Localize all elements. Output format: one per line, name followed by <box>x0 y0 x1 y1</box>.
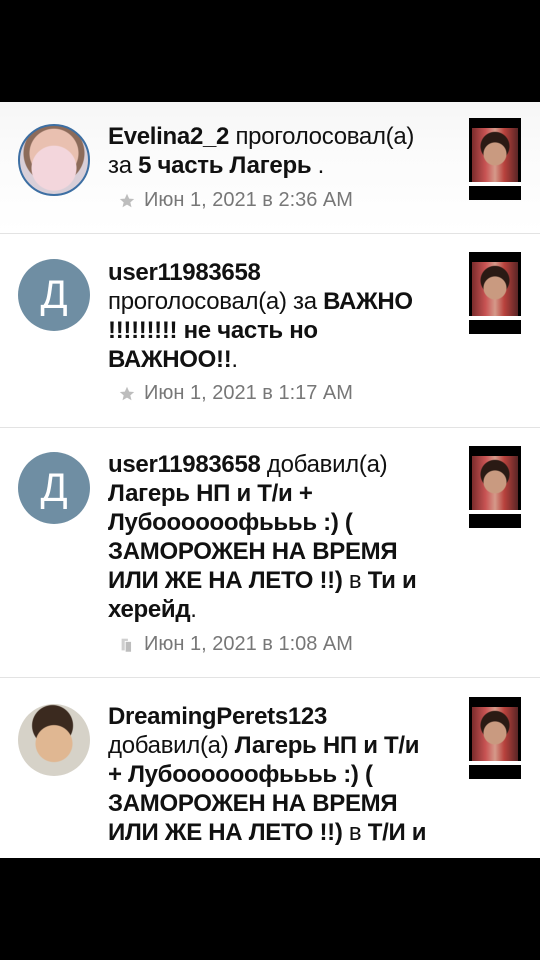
story-link[interactable]: 5 часть Лагерь <box>138 152 311 179</box>
user-link[interactable]: user11983658 <box>108 259 261 286</box>
cover-bottom-bar <box>469 510 521 528</box>
user-avatar[interactable]: Д <box>18 259 90 331</box>
feed-item-text: user11983658 добавил(а) Лагерь НП и Т/и … <box>108 450 438 624</box>
user-link[interactable]: Evelina2_2 <box>108 123 229 150</box>
punctuation: . <box>231 346 238 373</box>
punctuation: . <box>311 152 325 179</box>
activity-feed[interactable]: Evelina2_2 проголосовал(а) за 5 часть Ла… <box>0 102 540 858</box>
top-black-bar <box>0 0 540 102</box>
feed-item[interactable]: Д user11983658 добавил(а) Лагерь НП и Т/… <box>0 428 540 678</box>
feed-item[interactable]: Д user11983658 проголосовал(а) за ВАЖНО … <box>0 234 540 428</box>
connector-text: в <box>342 819 368 846</box>
user-link[interactable]: user11983658 <box>108 451 261 478</box>
feed-item-text: Evelina2_2 проголосовал(а) за 5 часть Ла… <box>108 122 438 180</box>
cover-image <box>472 262 518 316</box>
feed-item[interactable]: Evelina2_2 проголосовал(а) за 5 часть Ла… <box>0 102 540 234</box>
cover-bottom-bar <box>469 761 521 779</box>
reading-list-link[interactable]: Т/И и <box>368 819 427 846</box>
action-text: добавил(а) <box>108 732 235 759</box>
story-cover-thumbnail[interactable] <box>469 446 521 528</box>
feed-item[interactable]: DreamingPerets123 добавил(а) Лагерь НП и… <box>0 678 540 858</box>
cover-image <box>472 707 518 761</box>
cover-image <box>472 128 518 182</box>
story-cover-thumbnail[interactable] <box>469 697 521 779</box>
feed-item-text: DreamingPerets123 добавил(а) Лагерь НП и… <box>108 702 438 847</box>
star-icon <box>119 386 135 400</box>
connector-text: в <box>342 567 368 594</box>
feed-item-meta: Июн 1, 2021 в 2:36 AM <box>118 189 353 212</box>
timestamp: Июн 1, 2021 в 2:36 AM <box>144 189 353 211</box>
user-link[interactable]: DreamingPerets123 <box>108 703 327 730</box>
timestamp: Июн 1, 2021 в 1:08 AM <box>144 633 353 655</box>
user-avatar[interactable] <box>18 704 90 776</box>
phone-screen: Evelina2_2 проголосовал(а) за 5 часть Ла… <box>0 0 540 960</box>
user-avatar[interactable] <box>18 124 90 196</box>
feed-item-meta: Июн 1, 2021 в 1:17 AM <box>118 382 353 405</box>
punctuation: . <box>190 596 197 623</box>
timestamp: Июн 1, 2021 в 1:17 AM <box>144 382 353 404</box>
story-cover-thumbnail[interactable] <box>469 118 521 200</box>
feed-item-text: user11983658 проголосовал(а) за ВАЖНО !!… <box>108 258 438 374</box>
story-cover-thumbnail[interactable] <box>469 252 521 334</box>
cover-bottom-bar <box>469 182 521 200</box>
action-text: добавил(а) <box>260 451 388 478</box>
action-text: проголосовал(а) за <box>108 288 324 315</box>
cover-bottom-bar <box>469 316 521 334</box>
feed-item-meta: Июн 1, 2021 в 1:08 AM <box>118 633 353 656</box>
user-avatar[interactable]: Д <box>18 452 90 524</box>
library-icon <box>121 638 132 653</box>
star-icon <box>119 193 135 207</box>
cover-image <box>472 456 518 510</box>
bottom-black-bar <box>0 858 540 960</box>
